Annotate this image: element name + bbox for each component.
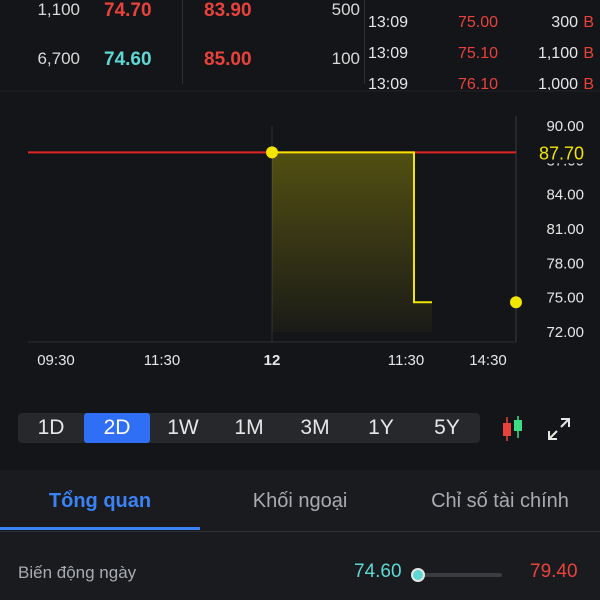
ask-price: 85.00 [204, 49, 252, 70]
column-divider [364, 0, 365, 84]
active-tab-indicator [0, 527, 200, 530]
trade-row: 13:09 75.00 300 B [368, 14, 600, 44]
daily-range-high: 79.40 [530, 561, 578, 582]
trade-row: 13:09 75.10 1,100 B [368, 45, 600, 75]
order-book: 1,100 74.70 83.90 500 6,700 74.60 85.00 … [0, 0, 600, 90]
ask-volume: 100 [331, 49, 360, 68]
tab-financial-ratios[interactable]: Chỉ số tài chính [400, 470, 600, 532]
y-tick-label: 90.00 [546, 118, 584, 135]
trade-volume: 1,100 [537, 45, 578, 62]
trade-time: 13:09 [368, 14, 409, 31]
y-tick-label: 75.00 [546, 290, 584, 307]
price-area-fill [272, 152, 432, 332]
trade-time: 13:09 [368, 45, 409, 62]
column-divider [182, 0, 183, 84]
trade-row: 13:09 76.10 1,000 B [368, 76, 600, 90]
trade-volume: 300 [551, 14, 578, 31]
timeframe-5y[interactable]: 5Y [414, 413, 480, 443]
y-tick-label: 81.00 [546, 221, 584, 238]
daily-range-track [418, 573, 502, 577]
tab-overview[interactable]: Tổng quan [0, 470, 200, 532]
timeframe-1w[interactable]: 1W [150, 413, 216, 443]
daily-range-low: 74.60 [354, 561, 402, 582]
expand-icon[interactable] [546, 416, 572, 442]
timeframe-3m[interactable]: 3M [282, 413, 348, 443]
trade-volume: 1,000 [537, 76, 578, 90]
bid-volume: 1,100 [37, 0, 80, 19]
trade-side: B [583, 14, 594, 31]
candlestick-icon[interactable] [498, 414, 526, 444]
x-tick-label: 09:30 [37, 352, 75, 369]
y-tick-label: 78.00 [546, 255, 584, 272]
x-tick-label: 11:30 [144, 352, 180, 369]
x-tick-label: 12 [264, 352, 281, 369]
daily-range-label: Biến động ngày [18, 563, 137, 582]
trade-price: 75.10 [458, 45, 499, 62]
tab-foreign[interactable]: Khối ngoại [200, 470, 400, 532]
price-chart-svg: 90.0087.0084.0081.0078.0075.0072.0087.70… [28, 116, 588, 369]
daily-range-row: Biến động ngày 74.60 79.40 [0, 555, 600, 595]
stock-tabs: Tổng quan Khối ngoại Chỉ số tài chính [0, 470, 600, 532]
timeframe-1m[interactable]: 1M [216, 413, 282, 443]
y-tick-label: 84.00 [546, 187, 584, 204]
bid-price: 74.70 [104, 0, 152, 21]
start-marker [266, 146, 278, 159]
timeframe-selector: 1D 2D 1W 1M 3M 1Y 5Y [18, 413, 480, 443]
y-tick-label: 72.00 [546, 324, 584, 341]
ask-price: 83.90 [204, 0, 252, 21]
x-tick-label: 14:30 [469, 352, 507, 369]
reference-price-label: 87.70 [539, 143, 584, 163]
ask-volume: 500 [331, 0, 360, 19]
trade-price: 75.00 [458, 14, 499, 31]
timeframe-1d[interactable]: 1D [18, 413, 84, 443]
trade-side: B [583, 45, 594, 62]
trade-price: 76.10 [458, 76, 499, 90]
bid-volume: 6,700 [37, 49, 80, 68]
bid-price: 74.60 [104, 49, 152, 70]
x-tick-label: 11:30 [388, 352, 424, 369]
trade-side: B [583, 76, 594, 90]
last-price-marker [510, 296, 522, 309]
timeframe-1y[interactable]: 1Y [348, 413, 414, 443]
daily-range-knob [411, 568, 425, 582]
timeframe-2d[interactable]: 2D [84, 413, 150, 443]
trade-time: 13:09 [368, 76, 409, 90]
